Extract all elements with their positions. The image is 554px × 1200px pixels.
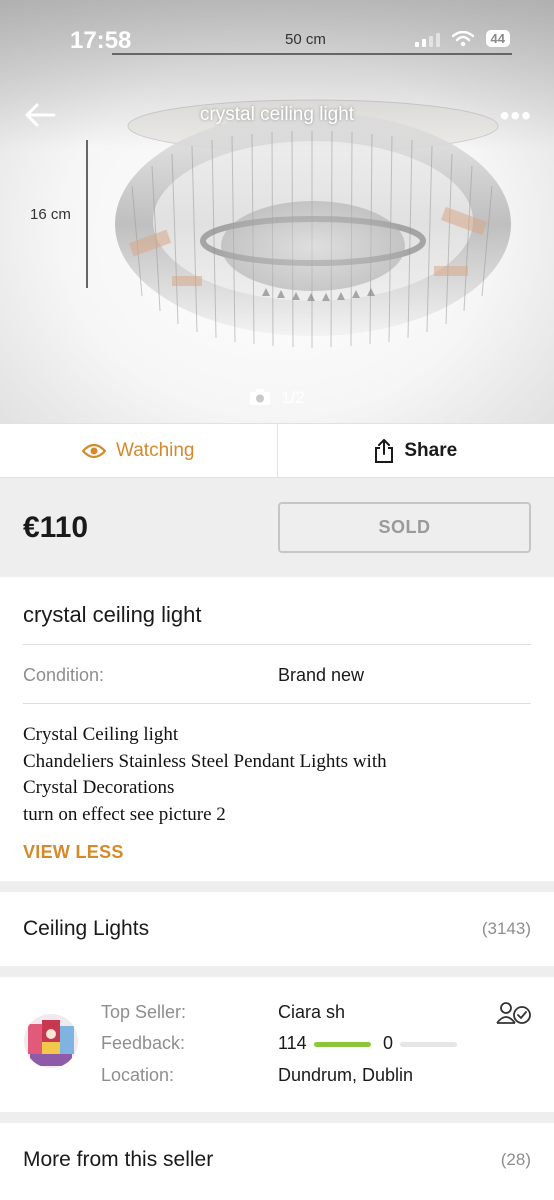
feedback-label: Feedback: bbox=[101, 1033, 186, 1053]
category-count: (3143) bbox=[481, 919, 531, 938]
condition-label: Condition: bbox=[23, 665, 105, 685]
view-less-link[interactable]: VIEW LESS bbox=[23, 842, 124, 863]
description-line: Crystal Ceiling light bbox=[23, 724, 179, 745]
dimension-width-line bbox=[112, 53, 512, 55]
feedback-positive-fill bbox=[314, 1042, 371, 1047]
more-icon[interactable]: ••• bbox=[500, 102, 532, 130]
follow-seller-icon[interactable] bbox=[496, 1001, 532, 1025]
feedback-negative: 0 bbox=[383, 1033, 394, 1053]
feedback-positive-bar bbox=[314, 1042, 371, 1047]
photo-counter-text: 1/2 bbox=[281, 388, 305, 407]
share-icon bbox=[375, 438, 394, 463]
category-label: Ceiling Lights bbox=[23, 917, 150, 940]
seller-name[interactable]: Ciara sh bbox=[278, 1002, 345, 1023]
sold-button: SOLD bbox=[278, 502, 531, 553]
category-row[interactable]: Ceiling Lights (3143) bbox=[0, 892, 554, 966]
battery-indicator: 44 bbox=[485, 30, 510, 47]
feedback-negative-bar bbox=[400, 1042, 457, 1047]
hero-top-shade bbox=[0, 0, 554, 150]
dimension-height-label: 16 cm bbox=[30, 206, 71, 223]
divider bbox=[23, 703, 531, 704]
divider bbox=[23, 644, 531, 645]
feedback-positive: 114 bbox=[278, 1033, 307, 1053]
product-image-gallery[interactable]: 17:58 44 50 cm 16 cm crystal ceiling lig… bbox=[0, 0, 554, 423]
watch-label: Watching bbox=[116, 439, 195, 461]
description-line: turn on effect see picture 2 bbox=[23, 803, 226, 825]
signal-icon bbox=[414, 31, 440, 47]
share-label: Share bbox=[404, 439, 458, 461]
location-label: Location: bbox=[101, 1065, 175, 1085]
photo-counter: 1/2 bbox=[0, 388, 554, 408]
top-seller-label: Top Seller: bbox=[101, 1002, 187, 1022]
camera-icon bbox=[250, 389, 271, 405]
item-description: Crystal Ceiling light Chandeliers Stainl… bbox=[23, 722, 523, 828]
dimension-width-label: 50 cm bbox=[285, 31, 326, 48]
action-bar: Watching Share bbox=[0, 423, 554, 478]
more-from-seller-label: More from this seller bbox=[23, 1148, 214, 1171]
more-from-seller-count: (28) bbox=[500, 1150, 531, 1169]
condition-value: Brand new bbox=[278, 665, 365, 685]
location-value: Dundrum, Dublin bbox=[278, 1065, 414, 1085]
item-details: crystal ceiling light Condition: Brand n… bbox=[0, 577, 554, 881]
dimension-height-line bbox=[86, 140, 88, 288]
price-row: €110 SOLD bbox=[0, 479, 554, 577]
wifi-icon bbox=[451, 30, 474, 46]
more-from-seller-row[interactable]: More from this seller (28) bbox=[0, 1123, 554, 1200]
status-time: 17:58 bbox=[70, 27, 132, 54]
description-line: Chandeliers Stainless Steel Pendant Ligh… bbox=[23, 750, 387, 772]
eye-icon bbox=[82, 443, 106, 458]
hero-title: crystal ceiling light bbox=[199, 104, 355, 125]
share-button[interactable]: Share bbox=[276, 424, 554, 477]
item-title: crystal ceiling light bbox=[23, 602, 202, 627]
seller-card[interactable]: Top Seller: Ciara sh Feedback: 114 0 Loc… bbox=[0, 977, 554, 1112]
seller-avatar bbox=[24, 1014, 78, 1068]
price: €110 bbox=[23, 511, 89, 544]
watch-button[interactable]: Watching bbox=[0, 424, 277, 477]
status-icons: 44 bbox=[414, 30, 510, 47]
description-line: Crystal Decorations bbox=[23, 777, 175, 798]
